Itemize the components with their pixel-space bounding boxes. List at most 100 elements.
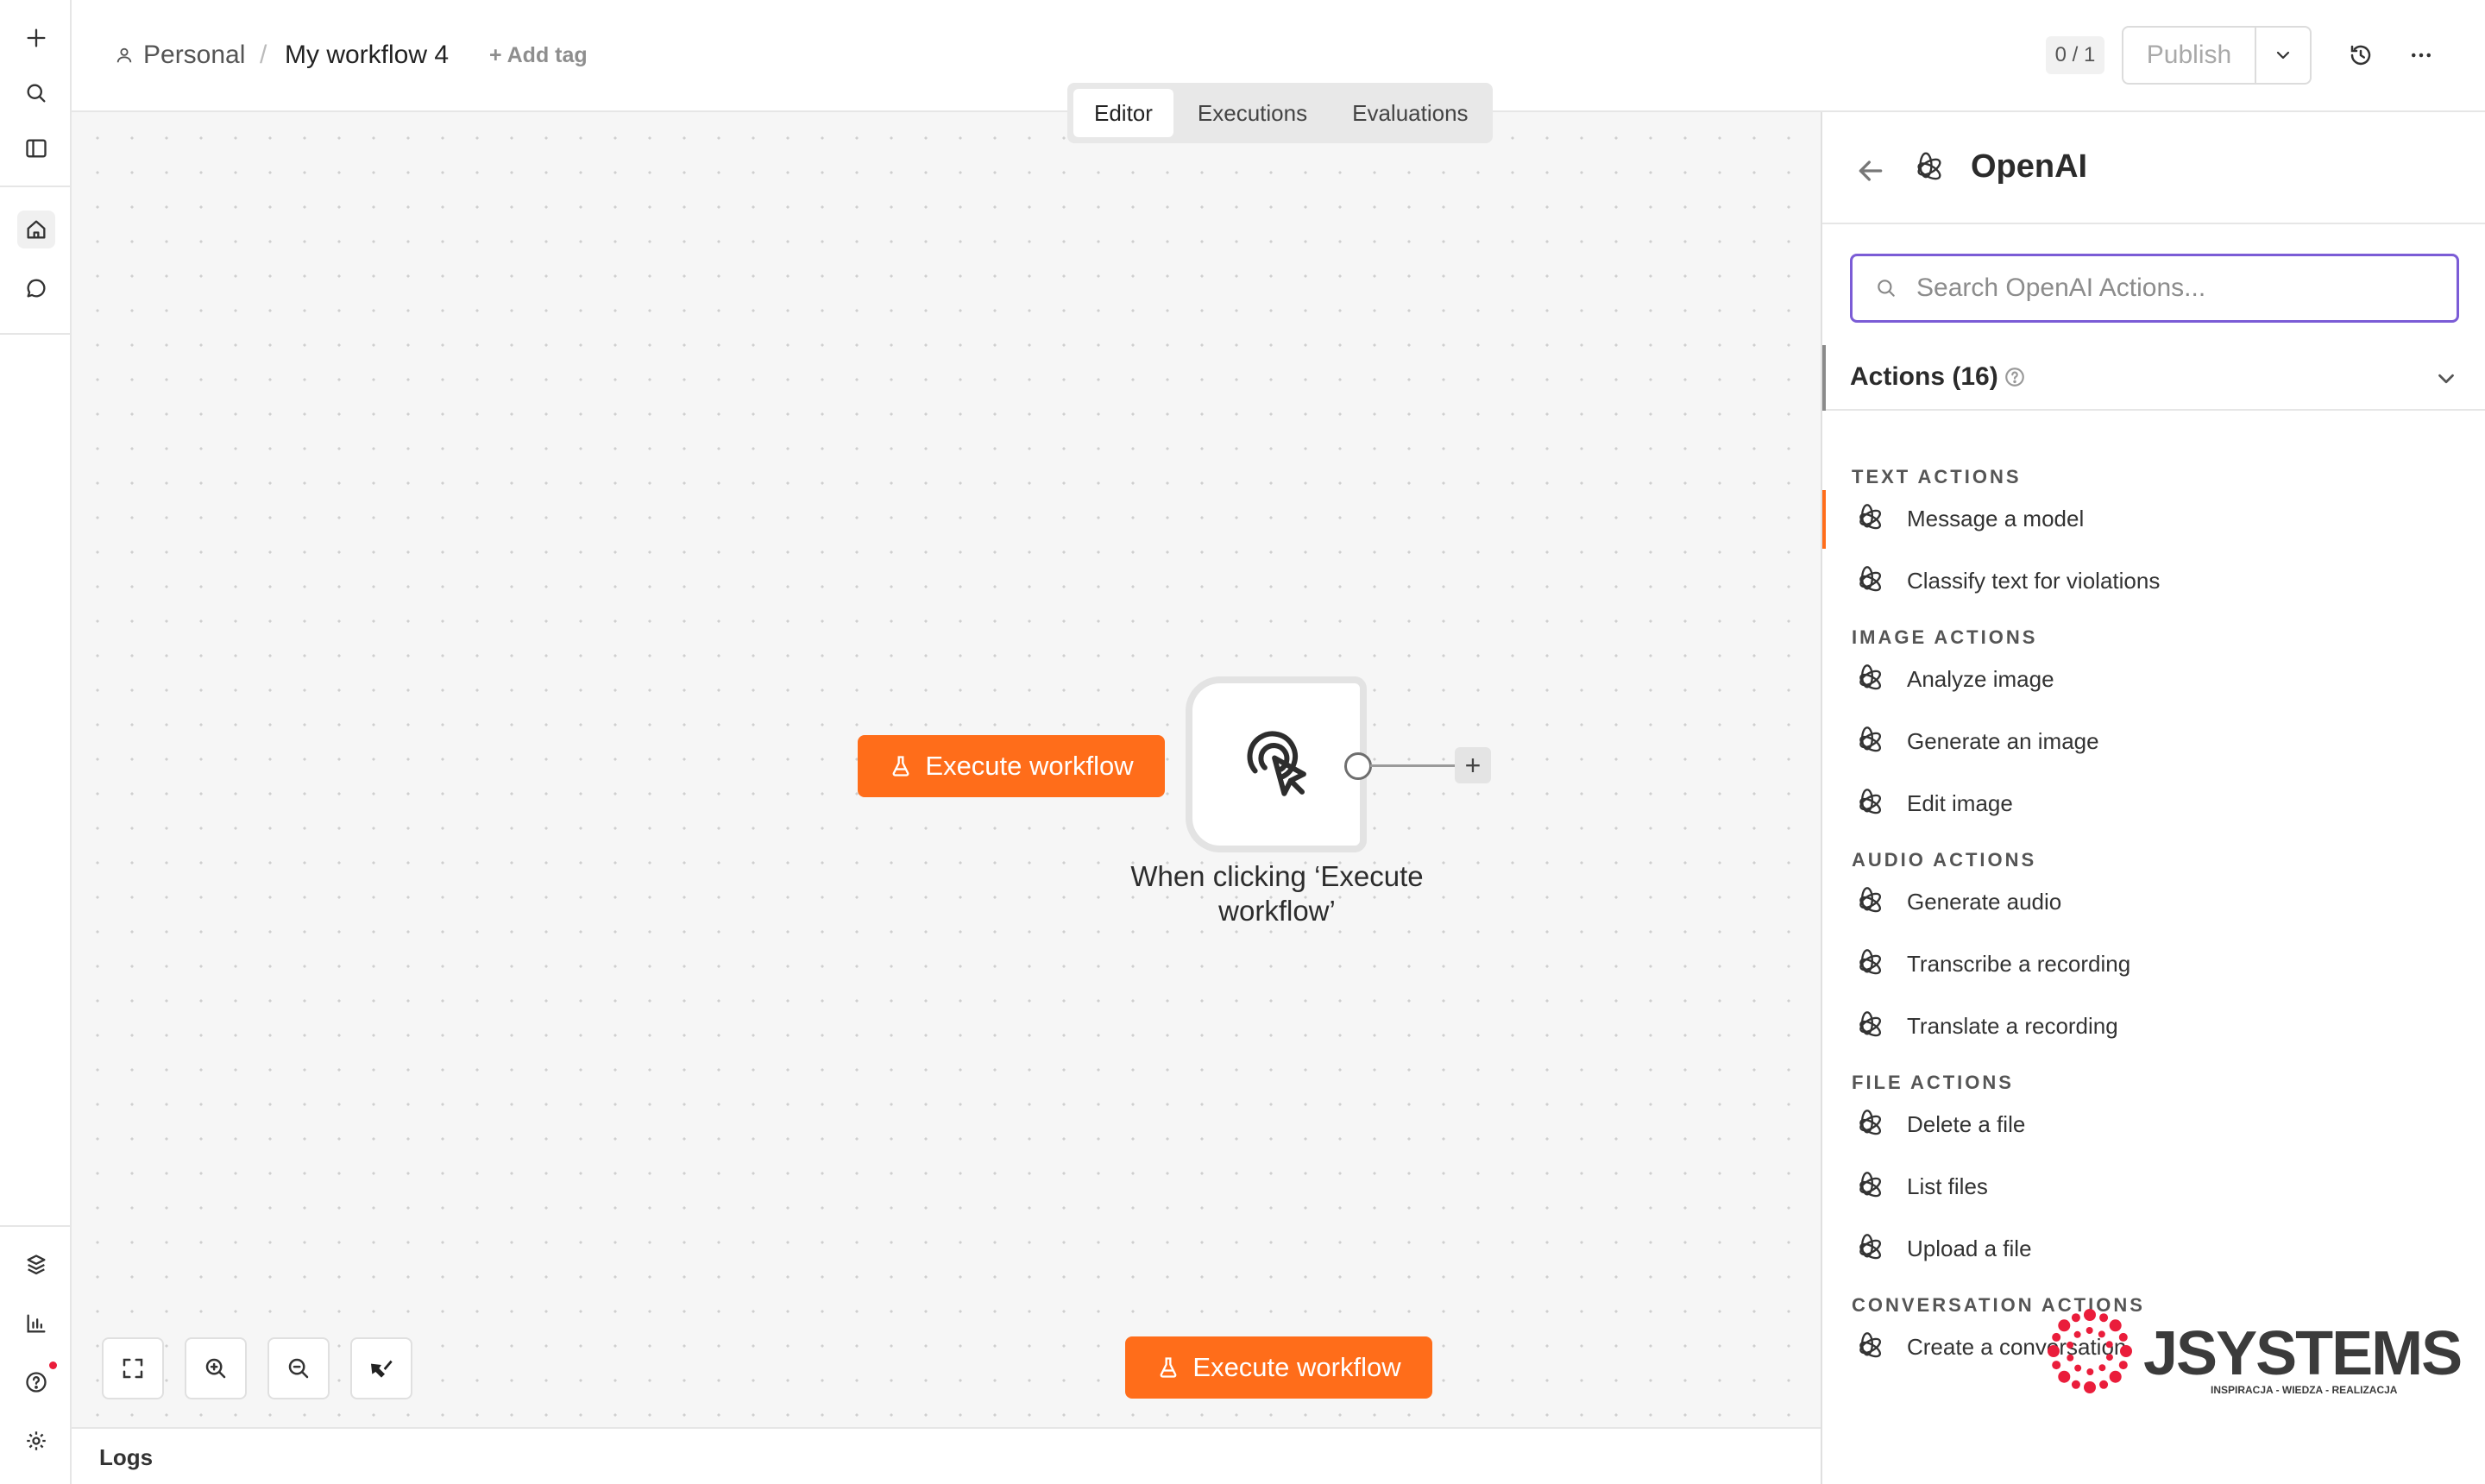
openai-logo-icon: [1850, 725, 1884, 759]
fit-view-icon: [120, 1355, 146, 1381]
info-icon[interactable]: [2004, 366, 2026, 388]
logo-dot: [2086, 1368, 2094, 1375]
search-icon: [1875, 277, 1897, 299]
flask-icon: [1156, 1355, 1180, 1380]
action-item[interactable]: Upload a file: [1822, 1223, 2485, 1275]
templates-icon[interactable]: [17, 1246, 55, 1284]
openai-logo-icon: [1850, 1232, 1884, 1267]
logo-dot: [2120, 1345, 2132, 1357]
logo-dot: [2109, 1370, 2122, 1383]
logo-brand: JSYSTEMS: [2143, 1319, 2463, 1388]
action-item[interactable]: Message a model: [1822, 490, 2485, 549]
publish-button[interactable]: Publish: [2122, 26, 2256, 85]
settings-icon[interactable]: [17, 1422, 55, 1460]
trigger-node[interactable]: [1186, 676, 1367, 852]
tab-editor[interactable]: Editor: [1073, 89, 1173, 137]
counter-badge: 0 / 1: [2046, 36, 2104, 74]
jsystems-logo: JSYSTEMS INSPIRACJA - WIEDZA - REALIZACJ…: [2040, 1301, 2463, 1405]
chat-icon[interactable]: [17, 269, 55, 307]
execute-workflow-button[interactable]: Execute workflow: [858, 735, 1165, 797]
zoom-in-button[interactable]: [185, 1337, 247, 1399]
more-icon[interactable]: [2402, 36, 2440, 74]
search-box[interactable]: [1850, 254, 2459, 323]
plus-icon[interactable]: [17, 19, 55, 57]
action-item[interactable]: Edit image: [1822, 778, 2485, 830]
user-icon: [115, 45, 134, 66]
logo-dot: [2074, 1364, 2082, 1372]
back-arrow-icon[interactable]: [1853, 154, 1888, 188]
logo-dot: [2058, 1370, 2071, 1383]
search-icon[interactable]: [17, 74, 55, 112]
openai-logo-icon: [1850, 564, 1884, 599]
node-creator-panel: OpenAI Actions (16) TEXT ACTIONS Message …: [1821, 112, 2485, 1484]
logs-bar[interactable]: Logs: [72, 1427, 1821, 1484]
action-item[interactable]: Generate audio: [1822, 877, 2485, 928]
output-port[interactable]: [1344, 752, 1372, 780]
tidy-up-button[interactable]: [350, 1337, 412, 1399]
zoom-out-button[interactable]: [267, 1337, 330, 1399]
tab-evaluations[interactable]: Evaluations: [1331, 89, 1488, 137]
actions-title: Actions (16): [1850, 362, 1998, 391]
zoom-in-icon: [203, 1355, 229, 1381]
view-tabs: Editor Executions Evaluations: [1067, 83, 1493, 143]
chevron-down-icon[interactable]: [2433, 366, 2459, 392]
home-icon[interactable]: [17, 211, 55, 248]
action-label: Message a model: [1907, 506, 2085, 531]
workflow-name[interactable]: My workflow 4: [285, 40, 449, 71]
action-item[interactable]: Analyze image: [1822, 654, 2485, 706]
help-icon[interactable]: [17, 1363, 55, 1401]
logo-dot: [2099, 1313, 2109, 1323]
add-node-button[interactable]: +: [1455, 747, 1491, 783]
logo-dot: [2105, 1354, 2113, 1361]
action-item[interactable]: Classify text for violations: [1822, 556, 2485, 607]
action-item[interactable]: Generate an image: [1822, 716, 2485, 768]
logo-dot: [2109, 1319, 2122, 1332]
logo-dot: [2084, 1309, 2096, 1321]
rail-divider: [0, 1225, 72, 1227]
action-item[interactable]: Transcribe a recording: [1822, 939, 2485, 990]
search-input[interactable]: [1916, 256, 2434, 320]
action-item[interactable]: List files: [1822, 1161, 2485, 1213]
action-item[interactable]: Delete a file: [1822, 1099, 2485, 1151]
flask-icon: [889, 753, 913, 779]
add-tag-button[interactable]: + Add tag: [489, 43, 588, 68]
logo-dot: [2086, 1327, 2093, 1335]
fit-view-button[interactable]: [102, 1337, 164, 1399]
action-item[interactable]: Translate a recording: [1822, 1001, 2485, 1053]
node-label: When clicking ‘Execute workflow’: [1130, 860, 1424, 927]
logo-dot: [2073, 1330, 2081, 1338]
logo-tagline: INSPIRACJA - WIEDZA - REALIZACJA: [2211, 1384, 2398, 1396]
history-icon[interactable]: [2342, 36, 2380, 74]
openai-logo-icon: [1850, 1330, 1884, 1365]
rail-divider: [0, 186, 72, 187]
logo-dot: [2099, 1380, 2109, 1389]
section-title: AUDIO ACTIONS: [1852, 849, 2037, 871]
section-title: FILE ACTIONS: [1852, 1072, 2014, 1093]
action-label: Edit image: [1907, 790, 2013, 816]
openai-logo-icon: [1850, 1108, 1884, 1142]
rail-divider: [0, 333, 72, 335]
section-title: TEXT ACTIONS: [1852, 466, 2022, 487]
actions-header[interactable]: Actions (16): [1822, 345, 2485, 411]
execute-workflow-bottom-button[interactable]: Execute workflow: [1125, 1336, 1432, 1399]
breadcrumb-project[interactable]: Personal: [143, 40, 245, 71]
zoom-out-icon: [286, 1355, 311, 1381]
tab-executions[interactable]: Executions: [1177, 89, 1328, 137]
panel-header: OpenAI: [1822, 112, 2485, 224]
execute-workflow-label: Execute workflow: [1192, 1352, 1401, 1382]
output-connector: [1370, 764, 1456, 767]
workflow-canvas[interactable]: Editor Executions Evaluations Execute wo…: [72, 83, 1821, 1427]
openai-logo-icon: [1850, 1009, 1884, 1044]
execute-workflow-label: Execute workflow: [925, 751, 1134, 781]
sidebar-toggle-icon[interactable]: [17, 129, 55, 167]
cursor-click-icon: [1237, 726, 1315, 803]
panel-title: OpenAI: [1971, 148, 2088, 185]
publish-menu-button[interactable]: [2255, 26, 2312, 85]
action-label: List files: [1907, 1173, 1988, 1199]
openai-logo-icon: [1850, 787, 1884, 821]
action-label: Analyze image: [1907, 666, 2054, 692]
logo-dot: [2098, 1330, 2105, 1338]
action-label: Generate audio: [1907, 889, 2062, 915]
logo-dot: [2067, 1354, 2074, 1361]
insights-icon[interactable]: [17, 1305, 55, 1343]
